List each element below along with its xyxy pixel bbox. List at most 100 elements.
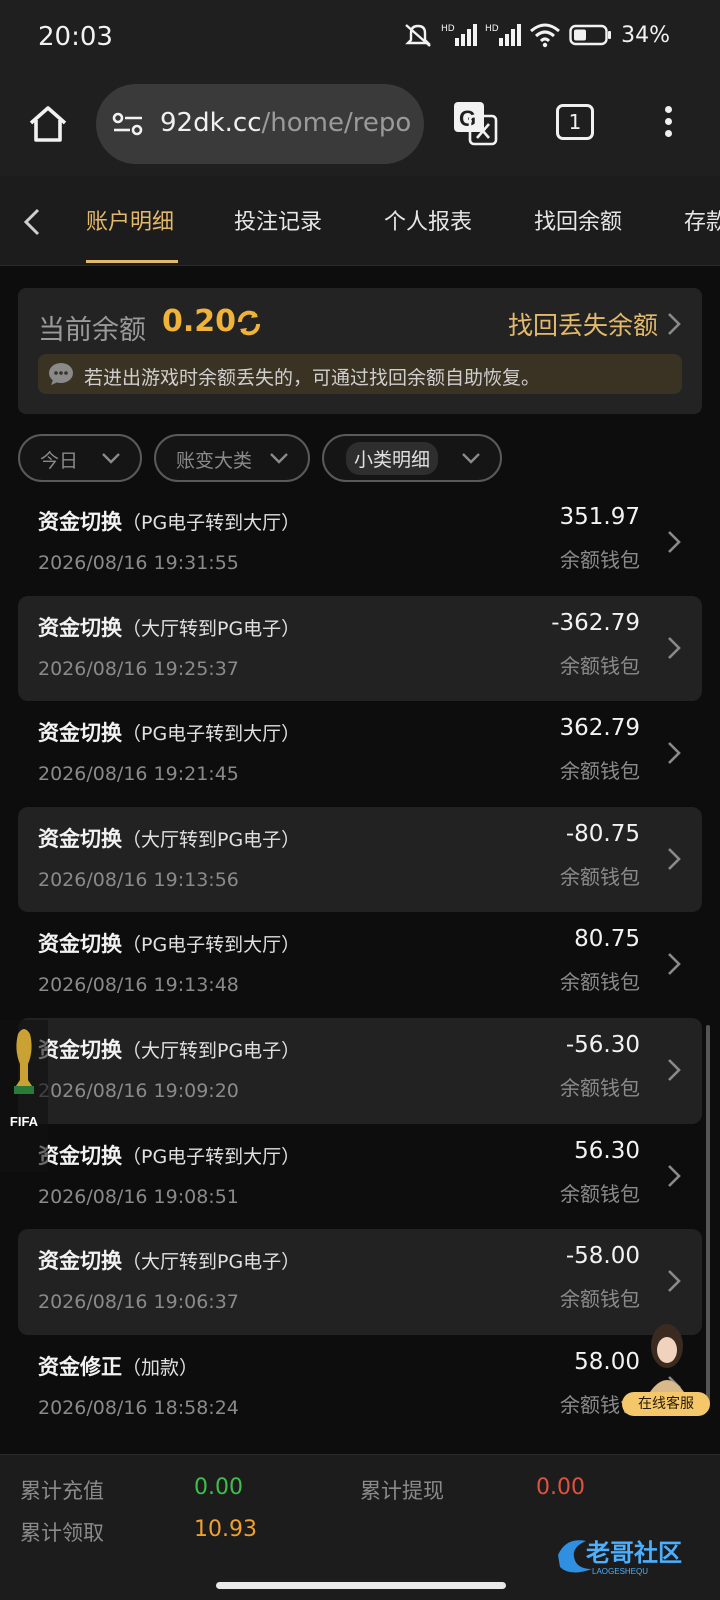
chevron-right-icon[interactable]: [666, 528, 682, 556]
transaction-title: 资金切换（大厅转到PG电子）: [38, 1037, 301, 1062]
transaction-wallet: 余额钱包: [560, 864, 640, 889]
transaction-subtype: （PG电子转到大厅）: [122, 723, 301, 746]
tab-deposit[interactable]: 存款: [684, 204, 720, 236]
chevron-right-icon[interactable]: [666, 1267, 682, 1295]
transaction-wallet: 余额钱包: [560, 548, 640, 572]
hd2-label: HD: [485, 24, 499, 34]
recover-balance-link[interactable]: 找回丢失余额: [508, 306, 658, 342]
transaction-date: 2026/08/16 19:21:45: [38, 763, 239, 786]
chevron-right-icon[interactable]: [666, 1056, 682, 1084]
chevron-right-icon[interactable]: [666, 1162, 682, 1190]
wifi-icon: [530, 23, 561, 48]
transaction-row[interactable]: 资金切换（PG电子转到大厅） 2026/08/16 19:31:55 351.9…: [18, 490, 702, 596]
transaction-title: 资金切换（大厅转到PG电子）: [38, 1249, 301, 1274]
chevron-down-icon: [102, 453, 120, 464]
online-support-widget[interactable]: 在线客服: [622, 1320, 712, 1420]
status-icons: HD HD 34%: [403, 22, 670, 48]
browser-toolbar: 92dk.cc/home/report G 1: [0, 78, 720, 176]
signal-icon: HD: [441, 24, 478, 46]
total-withdraw-label: 累计提现: [360, 1479, 444, 1503]
transaction-date: 2026/08/16 18:58:24: [38, 1396, 239, 1419]
transaction-title: 资金切换（PG电子转到大厅）: [38, 1143, 301, 1168]
url-text[interactable]: 92dk.cc/home/report: [160, 108, 410, 138]
transaction-date: 2026/08/16 19:25:37: [38, 657, 239, 680]
transaction-title: 资金修正（加款）: [38, 1354, 199, 1379]
brand-name: 老哥社区: [586, 1539, 682, 1567]
tab-account-details[interactable]: 账户明细: [86, 204, 174, 236]
total-claim-value: 10.93: [194, 1517, 257, 1542]
chevron-right-icon[interactable]: [666, 310, 682, 338]
subcategory-filter[interactable]: 小类明细: [322, 434, 502, 482]
address-bar[interactable]: 92dk.cc/home/report: [96, 84, 424, 164]
url-path: /home/report: [261, 108, 411, 138]
tab-recover-balance[interactable]: 找回余额: [534, 204, 622, 236]
overflow-menu-icon[interactable]: [656, 106, 680, 142]
refresh-icon[interactable]: [234, 308, 264, 338]
transaction-amount: 80.75: [574, 926, 640, 953]
tab-bet-records[interactable]: 投注记录: [234, 204, 322, 236]
active-tab-indicator: [86, 260, 178, 263]
transaction-date: 2026/08/16 19:13:56: [38, 868, 239, 891]
support-label: 在线客服: [622, 1392, 710, 1416]
transaction-amount: -58.00: [565, 1243, 640, 1270]
brand-sub: LAOGESHEQU: [592, 1567, 648, 1576]
support-avatar-icon: [650, 1324, 684, 1392]
transaction-title: 资金切换（PG电子转到大厅）: [38, 932, 301, 957]
notice-text: 若进出游戏时余额丢失的，可通过找回余额自助恢复。: [84, 367, 541, 389]
transaction-list: 资金切换（PG电子转到大厅） 2026/08/16 19:31:55 351.9…: [18, 490, 702, 1440]
tab-switcher-button[interactable]: 1: [556, 104, 594, 140]
chevron-down-icon: [462, 453, 480, 464]
subcategory-filter-label: 小类明细: [346, 442, 439, 475]
total-deposit-value: 0.00: [194, 1475, 243, 1500]
transaction-wallet: 余额钱包: [560, 1181, 640, 1206]
status-bar: 20:03 HD HD 34%: [0, 0, 720, 78]
chevron-right-icon[interactable]: [666, 634, 682, 662]
transaction-row[interactable]: 资金切换（PG电子转到大厅） 2026/08/16 19:13:48 80.75…: [18, 912, 702, 1018]
category-filter[interactable]: 账变大类: [154, 434, 310, 482]
chevron-right-icon[interactable]: [666, 845, 682, 873]
chevron-right-icon[interactable]: [666, 739, 682, 767]
hd1-label: HD: [441, 24, 455, 34]
transaction-row[interactable]: 资金切换（大厅转到PG电子） 2026/08/16 19:25:37 -362.…: [18, 595, 702, 702]
signal-icon-2: HD: [485, 24, 522, 46]
home-indicator[interactable]: [216, 1582, 506, 1589]
transaction-row[interactable]: 资金切换（PG电子转到大厅） 2026/08/16 19:08:51 56.30…: [18, 1124, 702, 1230]
battery-icon: [569, 24, 612, 46]
battery-percent: 34%: [621, 22, 670, 48]
transaction-row[interactable]: 资金切换（大厅转到PG电子） 2026/08/16 19:06:37 -58.0…: [18, 1229, 702, 1335]
transaction-wallet: 余额钱包: [560, 1075, 640, 1100]
url-host: 92dk.cc: [160, 108, 262, 138]
translate-icon[interactable]: G: [452, 100, 498, 146]
report-tab-bar: 账户明细 投注记录 个人报表 找回余额 存款: [0, 176, 720, 266]
transaction-amount: -80.75: [565, 820, 640, 847]
transaction-row[interactable]: 资金切换（PG电子转到大厅） 2026/08/16 19:21:45 362.7…: [18, 701, 702, 807]
category-filter-label: 账变大类: [176, 450, 253, 472]
transaction-subtype: （大厅转到PG电子）: [122, 828, 301, 851]
transaction-title: 资金切换（大厅转到PG电子）: [38, 826, 301, 851]
date-filter[interactable]: 今日: [18, 434, 142, 482]
transaction-subtype: （大厅转到PG电子）: [122, 1251, 301, 1274]
transaction-title: 资金切换（PG电子转到大厅）: [38, 510, 301, 534]
fifa-trophy-icon[interactable]: FIFA: [0, 1020, 48, 1172]
transaction-row[interactable]: 资金切换（大厅转到PG电子） 2026/08/16 19:13:56 -80.7…: [18, 806, 702, 913]
transaction-subtype: （PG电子转到大厅）: [122, 512, 301, 534]
chevron-left-icon[interactable]: [20, 206, 44, 238]
chevron-right-icon[interactable]: [666, 950, 682, 978]
transaction-wallet: 余额钱包: [560, 1287, 640, 1312]
transaction-date: 2026/08/16 19:08:51: [38, 1185, 239, 1208]
balance-value: 0.20: [162, 304, 237, 339]
transaction-row[interactable]: 资金切换（大厅转到PG电子） 2026/08/16 19:09:20 -56.3…: [18, 1017, 702, 1124]
chat-bubble-icon: [49, 363, 73, 385]
balance-label: 当前余额: [38, 315, 146, 346]
transaction-row[interactable]: 资金修正（加款） 2026/08/16 18:58:24 58.00 余额钱包: [18, 1335, 702, 1441]
transaction-amount: 362.79: [559, 715, 640, 742]
transaction-title: 资金切换（PG电子转到大厅）: [38, 721, 301, 746]
tab-personal-report[interactable]: 个人报表: [384, 204, 472, 236]
transaction-date: 2026/08/16 19:31:55: [38, 552, 239, 574]
mute-icon: [405, 24, 431, 47]
site-settings-icon[interactable]: [112, 110, 144, 138]
home-icon[interactable]: [26, 102, 70, 146]
status-time: 20:03: [38, 22, 113, 52]
date-filter-label: 今日: [40, 450, 79, 472]
transaction-wallet: 余额钱包: [560, 970, 640, 995]
